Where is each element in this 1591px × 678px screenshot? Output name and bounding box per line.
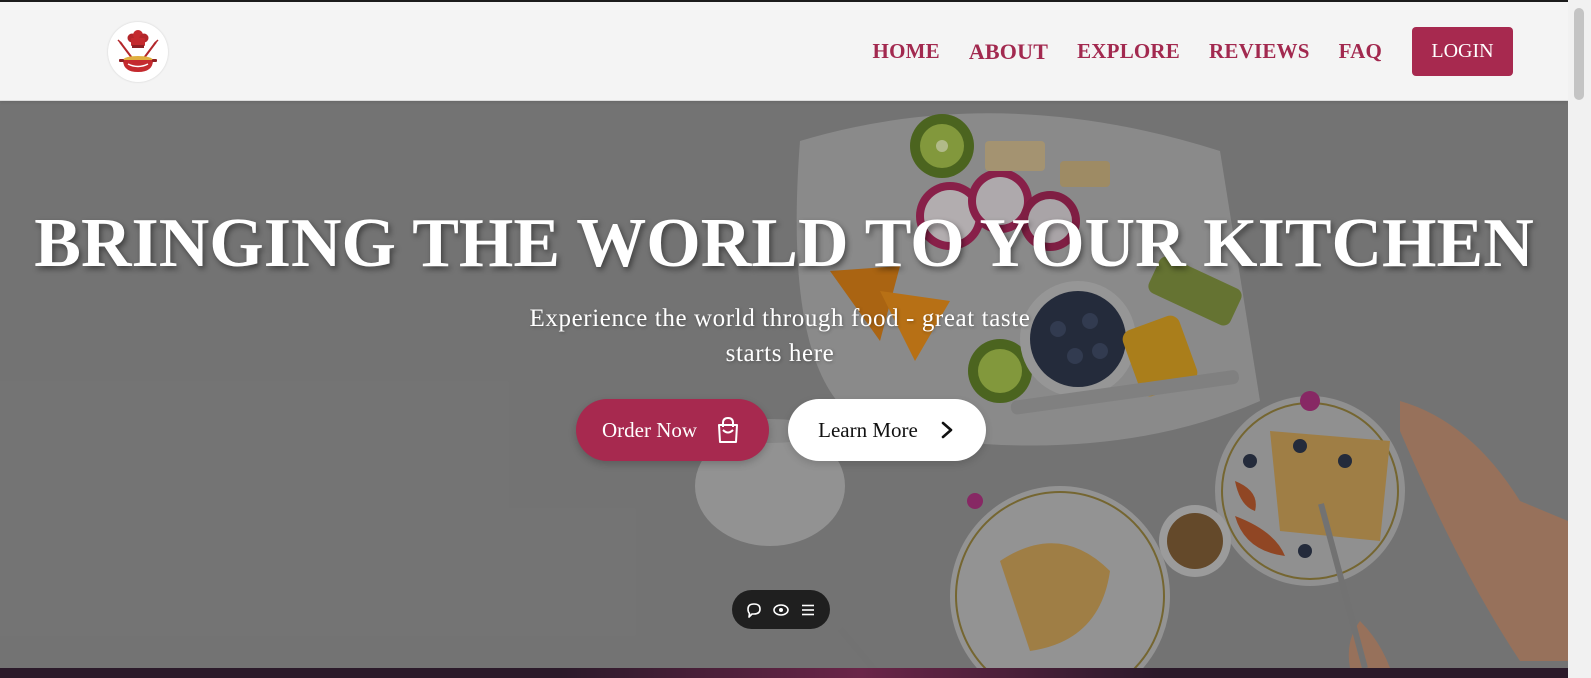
floating-toolbar	[732, 590, 830, 629]
nav-faq-link[interactable]: FAQ	[1339, 39, 1382, 64]
nav-reviews-link[interactable]: REVIEWS	[1209, 39, 1310, 64]
navbar: HOME ABOUT EXPLORE REVIEWS FAQ LOGIN	[0, 2, 1568, 101]
hero-section: BRINGING THE WORLD TO YOUR KITCHEN Exper…	[0, 101, 1568, 668]
scrollbar-thumb[interactable]	[1574, 8, 1584, 100]
page-scrollbar[interactable]	[1568, 0, 1591, 678]
nav-home-link[interactable]: HOME	[873, 39, 940, 64]
nav-explore-link[interactable]: EXPLORE	[1077, 39, 1180, 64]
learn-more-button[interactable]: Learn More	[788, 399, 986, 461]
learn-more-label: Learn More	[818, 417, 918, 442]
login-button[interactable]: LOGIN	[1412, 27, 1513, 76]
order-now-button[interactable]: Order Now	[576, 399, 769, 461]
hero-title: BRINGING THE WORLD TO YOUR KITCHEN	[34, 205, 1534, 282]
brand-logo[interactable]	[108, 22, 168, 82]
hero-dim-overlay	[0, 101, 1568, 668]
eye-icon[interactable]	[771, 600, 791, 620]
window-top-edge	[0, 0, 1591, 2]
shopping-bag-icon	[718, 416, 739, 443]
main-nav: HOME ABOUT EXPLORE REVIEWS FAQ	[844, 2, 1382, 101]
menu-icon[interactable]	[798, 600, 818, 620]
chevron-right-icon	[941, 421, 953, 439]
next-section-edge	[0, 668, 1568, 678]
chef-pot-icon	[111, 25, 165, 79]
chat-bubble-icon[interactable]	[744, 600, 764, 620]
order-now-label: Order Now	[601, 417, 698, 442]
nav-about-link[interactable]: ABOUT	[969, 39, 1048, 65]
hero-subtitle: Experience the world through food - grea…	[529, 305, 1031, 367]
